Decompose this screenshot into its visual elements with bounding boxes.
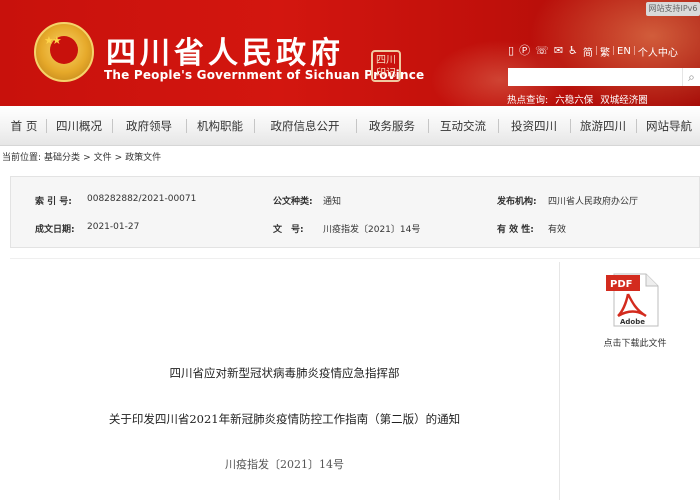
toolbar-separator: | bbox=[611, 46, 616, 56]
nav-separator bbox=[186, 119, 187, 133]
ipv6-support-badge[interactable]: 网站支持IPv6 bbox=[646, 2, 700, 16]
nav-item-interaction[interactable]: 互动交流 bbox=[430, 116, 496, 136]
index-number-value: 008282882/2021-00071 bbox=[87, 194, 197, 204]
search-input[interactable] bbox=[508, 68, 682, 86]
search-icon[interactable]: ⌕ bbox=[682, 68, 700, 86]
sichuan-seal-logo: 四川 印记 bbox=[371, 50, 401, 82]
breadcrumb-item[interactable]: 文件 bbox=[94, 153, 112, 163]
toolbar-separator: | bbox=[632, 46, 636, 56]
document-title: 关于印发四川省2021年新冠肺炎疫情防控工作指南（第二版）的通知 bbox=[108, 412, 461, 426]
toolbar-separator: | bbox=[594, 46, 598, 56]
accessibility-icon[interactable]: ♿ bbox=[568, 44, 578, 58]
breadcrumb-label: 当前位置: bbox=[2, 153, 42, 163]
wechat-icon[interactable]: ☏ bbox=[535, 44, 549, 58]
national-emblem-icon bbox=[34, 22, 94, 82]
written-date-label: 成文日期: bbox=[35, 225, 75, 235]
nav-separator bbox=[636, 119, 637, 133]
nav-item-overview[interactable]: 四川概况 bbox=[48, 116, 110, 136]
personal-center-link[interactable]: 个人中心 bbox=[638, 44, 678, 59]
emblem-stars-icon: ★★ bbox=[44, 34, 62, 47]
pdf-download-icon[interactable]: PDF Adobe bbox=[606, 272, 660, 328]
nav-separator bbox=[570, 119, 571, 133]
pdf-badge-text: PDF bbox=[610, 279, 632, 290]
content-sidebar-divider bbox=[559, 262, 560, 500]
nav-separator bbox=[498, 119, 499, 133]
breadcrumb-item[interactable]: 基础分类 bbox=[44, 153, 80, 163]
publisher-value: 四川省人民政府办公厅 bbox=[548, 197, 639, 207]
hot-query-link[interactable]: 六稳六保 bbox=[555, 95, 593, 106]
main-nav: 首 页 四川概况 政府领导 机构职能 政府信息公开 政务服务 互动交流 投资四川… bbox=[0, 106, 700, 146]
breadcrumb-item[interactable]: 政策文件 bbox=[125, 153, 161, 163]
nav-item-government-services[interactable]: 政务服务 bbox=[358, 116, 426, 136]
nav-separator bbox=[356, 119, 357, 133]
simplified-chinese-link[interactable]: 简 bbox=[583, 44, 593, 59]
site-title[interactable]: 四川省人民政府 bbox=[106, 28, 344, 72]
document-meta-table: 索 引 号: 008282882/2021-00071 公文种类: 通知 发布机… bbox=[10, 176, 700, 248]
adobe-label: Adobe bbox=[620, 318, 645, 326]
index-number-label: 索 引 号: bbox=[35, 197, 72, 207]
document-number-value: 川疫指发〔2021〕14号 bbox=[323, 225, 421, 235]
nav-item-institutions[interactable]: 机构职能 bbox=[188, 116, 252, 136]
hot-queries: 热点查询: 六稳六保 双城经济圈 bbox=[507, 92, 652, 106]
nav-item-home[interactable]: 首 页 bbox=[4, 116, 44, 136]
mail-icon[interactable]: ✉ bbox=[554, 44, 563, 58]
nav-item-leaders[interactable]: 政府领导 bbox=[114, 116, 184, 136]
nav-separator bbox=[112, 119, 113, 133]
document-type-value: 通知 bbox=[323, 197, 342, 207]
download-file-link[interactable]: 点击下载此文件 bbox=[590, 336, 680, 349]
nav-separator bbox=[428, 119, 429, 133]
document-number-label: 文 号: bbox=[273, 225, 304, 235]
mobile-icon[interactable]: ▯ bbox=[508, 44, 514, 58]
nav-item-travel-sichuan[interactable]: 旅游四川 bbox=[572, 116, 634, 136]
validity-value: 有效 bbox=[548, 225, 567, 235]
hot-query-link[interactable]: 双城经济圈 bbox=[600, 95, 648, 106]
nav-separator bbox=[254, 119, 255, 133]
weibo-icon[interactable]: Ⓟ bbox=[519, 44, 530, 58]
nav-item-information-disclosure[interactable]: 政府信息公开 bbox=[256, 116, 354, 136]
content-top-divider bbox=[10, 258, 700, 259]
document-issuer: 四川省应对新型冠状病毒肺炎疫情应急指挥部 bbox=[169, 366, 400, 380]
breadcrumb-separator: > bbox=[114, 153, 123, 163]
validity-label: 有 效 性: bbox=[497, 225, 534, 235]
breadcrumb-separator: > bbox=[83, 153, 91, 163]
header-toolbar: ▯ Ⓟ ☏ ✉ ♿ 简 | 繁 | EN | 个人中心 bbox=[508, 44, 678, 59]
hot-queries-label: 热点查询: bbox=[507, 95, 549, 106]
document-number: 川疫指发〔2021〕14号 bbox=[225, 458, 344, 471]
site-header: ★★ 四川省人民政府 The People's Government of Si… bbox=[0, 0, 700, 106]
nav-item-invest-sichuan[interactable]: 投资四川 bbox=[500, 116, 568, 136]
nav-item-site-navigation[interactable]: 网站导航 bbox=[638, 116, 700, 136]
traditional-chinese-link[interactable]: 繁 bbox=[600, 44, 610, 59]
nav-separator bbox=[46, 119, 47, 133]
publisher-label: 发布机构: bbox=[497, 197, 537, 207]
document-type-label: 公文种类: bbox=[273, 197, 313, 207]
english-link[interactable]: EN bbox=[617, 46, 631, 57]
written-date-value: 2021-01-27 bbox=[87, 222, 140, 232]
breadcrumb: 当前位置: 基础分类 > 文件 > 政策文件 bbox=[2, 150, 164, 163]
